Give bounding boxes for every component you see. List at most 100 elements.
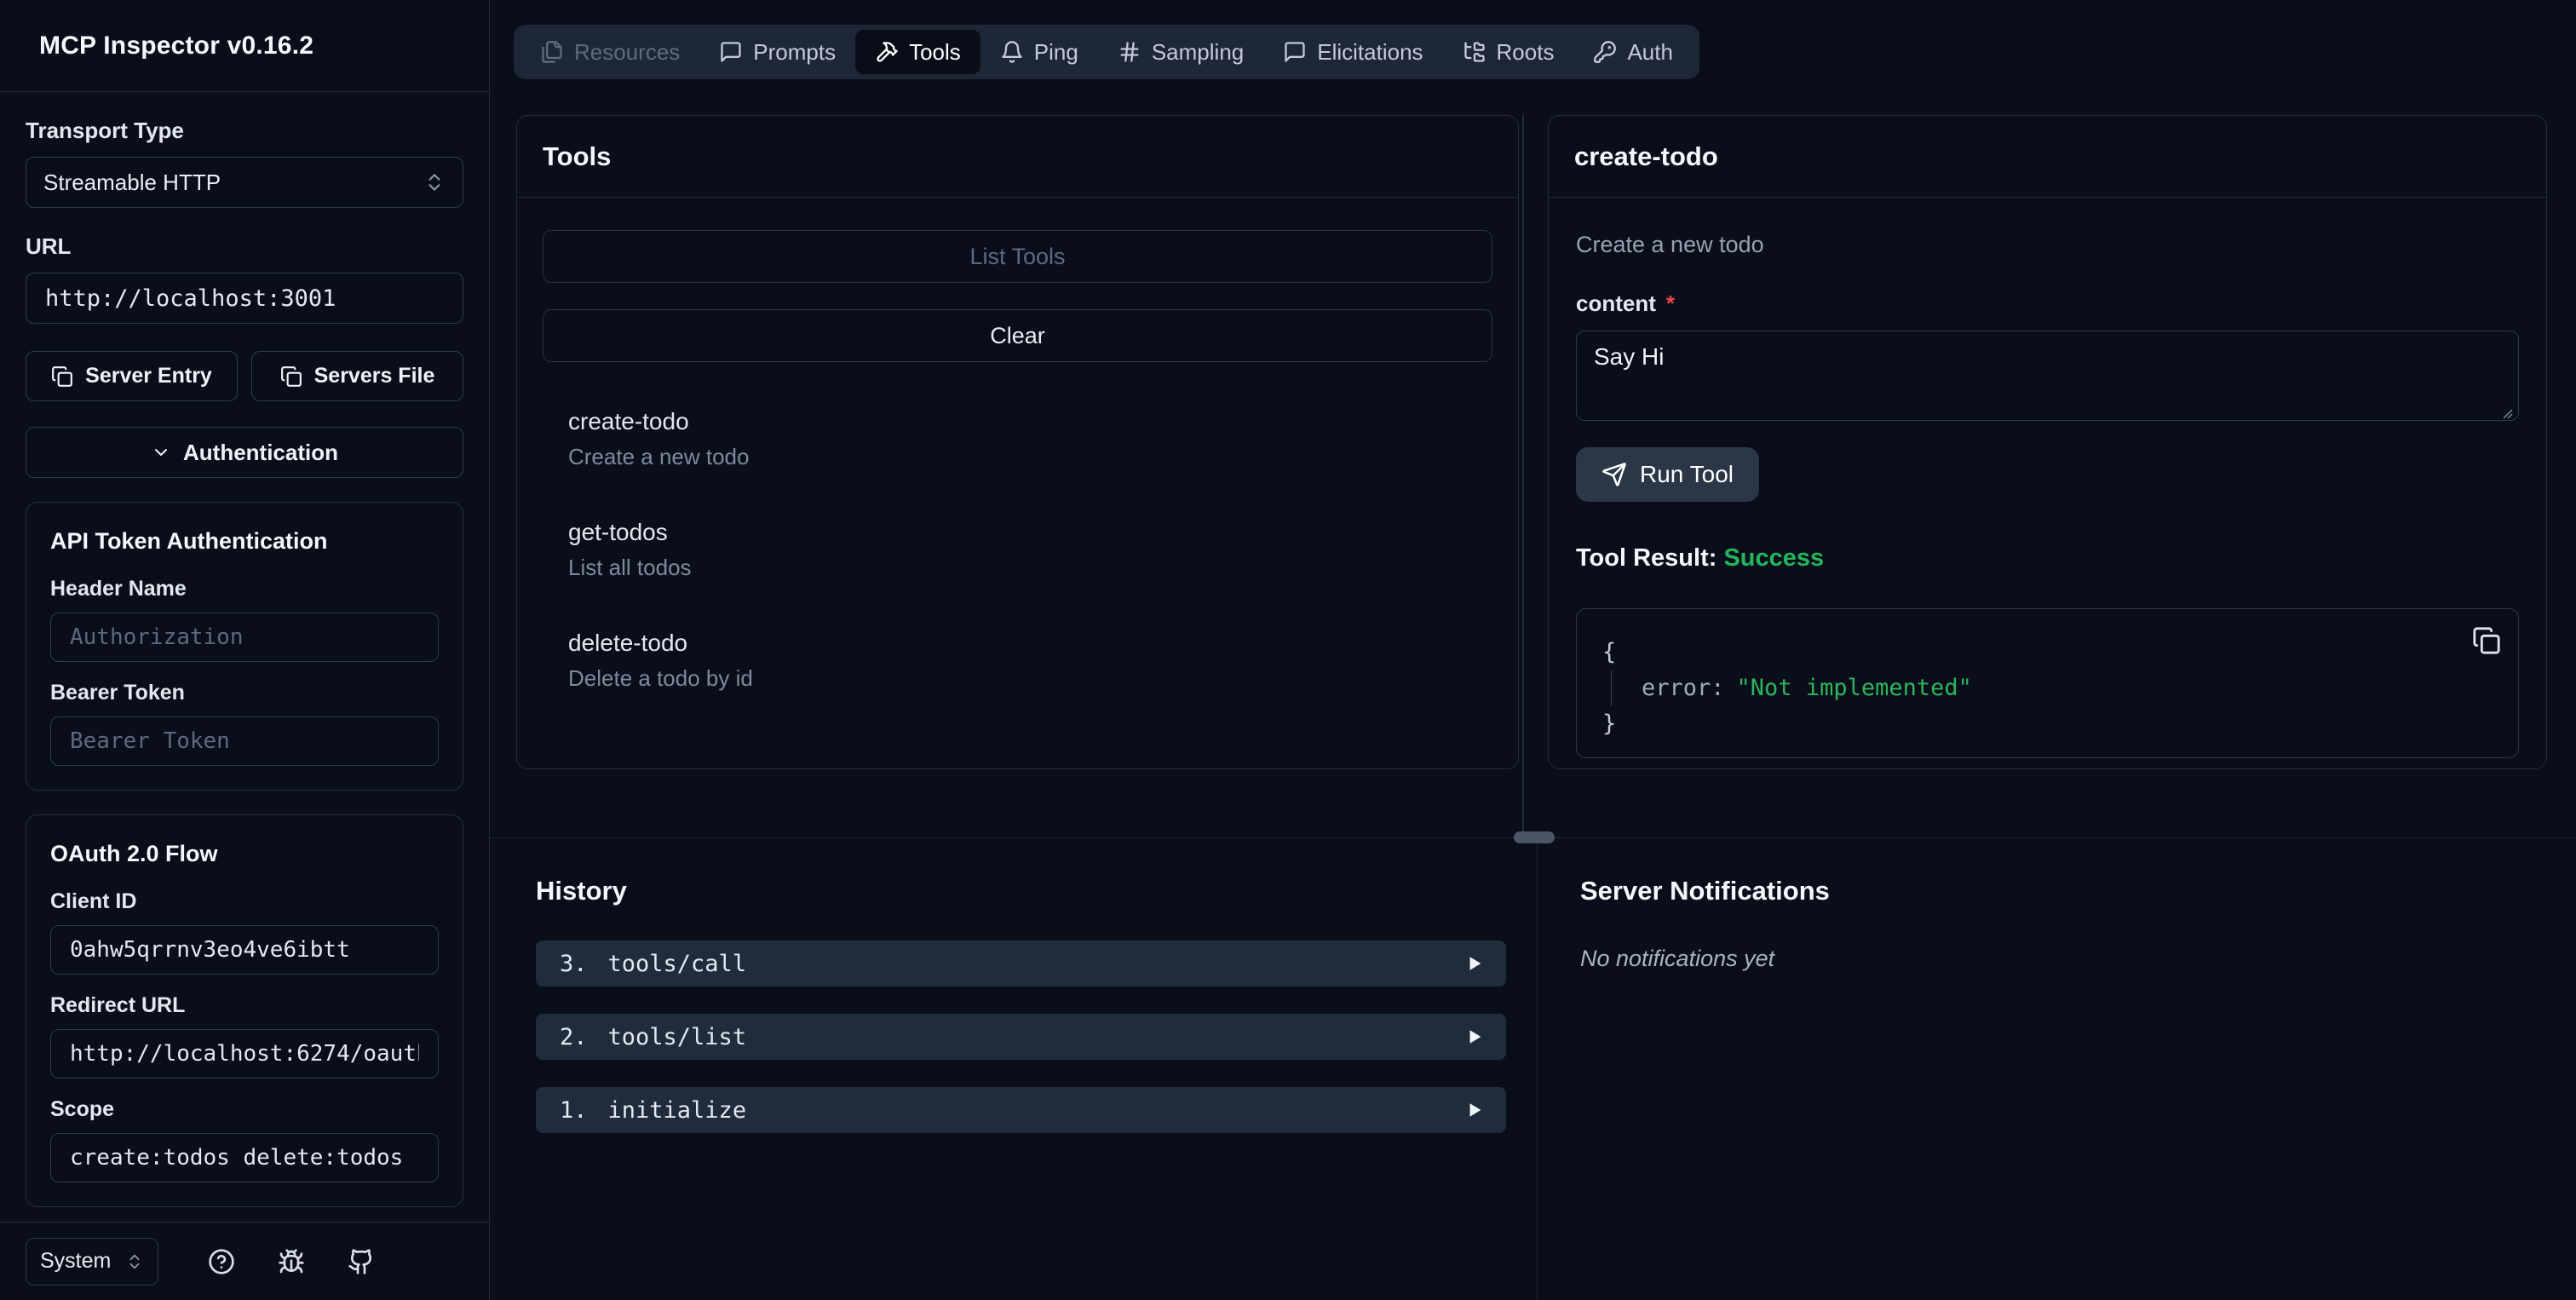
tab-tools[interactable]: Tools (855, 30, 980, 74)
list-tools-button[interactable]: List Tools (543, 230, 1492, 283)
no-notifications-message: No notifications yet (1580, 946, 1775, 971)
bell-icon (1000, 40, 1024, 64)
run-tool-button[interactable]: Run Tool (1576, 447, 1760, 502)
folder-tree-icon (1463, 40, 1486, 64)
history-method: tools/call (607, 950, 747, 977)
client-id-input[interactable] (50, 925, 439, 975)
history-method: tools/list (607, 1023, 747, 1050)
nav-tab-list: Resources Prompts Tools Ping Sampling El… (514, 25, 1699, 79)
scope-input[interactable] (50, 1133, 439, 1182)
url-input[interactable] (26, 273, 463, 324)
tools-card-title: Tools (543, 141, 612, 171)
tab-elicitations[interactable]: Elicitations (1263, 30, 1442, 74)
tools-card-body: List Tools Clear create-todo Create a ne… (517, 198, 1518, 692)
tab-auth-label: Auth (1627, 38, 1673, 65)
tab-sampling[interactable]: Sampling (1098, 30, 1263, 74)
history-item-tools-list[interactable]: 2. tools/list (536, 1014, 1506, 1060)
oauth-card: OAuth 2.0 Flow Client ID Redirect URL Sc… (26, 814, 463, 1207)
tool-list-item[interactable]: delete-todo Delete a todo by id (568, 630, 1492, 692)
tool-name: get-todos (568, 519, 668, 545)
copy-result-button[interactable] (2472, 626, 2501, 655)
json-string-value: "Not implemented" (1736, 675, 1972, 701)
api-token-title: API Token Authentication (50, 528, 328, 554)
footer-icons (208, 1248, 375, 1275)
sidebar-footer: System (0, 1222, 489, 1300)
debug-button[interactable] (278, 1248, 305, 1275)
redirect-url-label: Redirect URL (50, 993, 186, 1017)
tab-prompts-label: Prompts (753, 38, 837, 65)
header-name-input[interactable] (50, 613, 439, 662)
server-entry-label: Server Entry (85, 364, 212, 388)
copy-icon (2472, 626, 2501, 655)
header-name-label: Header Name (50, 577, 187, 601)
json-key: error: (1642, 675, 1725, 701)
horizontal-split-divider[interactable] (490, 831, 2576, 843)
top-split: Tools List Tools Clear create-todo Creat… (490, 115, 2576, 837)
history-title: History (536, 876, 627, 906)
json-close-brace: } (1602, 710, 1617, 737)
history-index: 3. (560, 950, 588, 977)
files-icon (540, 40, 564, 64)
github-button[interactable] (348, 1248, 375, 1275)
clear-button-label: Clear (990, 322, 1045, 348)
api-token-card: API Token Authentication Header Name Bea… (26, 502, 463, 791)
tab-prompts[interactable]: Prompts (699, 30, 855, 74)
transport-type-value: Streamable HTTP (43, 169, 221, 195)
tool-detail-body: Create a new todo content * Say Hi Run T… (1549, 198, 2546, 758)
history-pane: History 3. tools/call 2. tools/list 1. i… (490, 838, 1537, 1300)
server-notifications-pane: Server Notifications No notifications ye… (1538, 838, 2576, 1300)
send-icon (1601, 462, 1627, 487)
bug-icon (278, 1248, 305, 1275)
chevrons-up-down-icon (423, 171, 446, 193)
tab-sampling-label: Sampling (1151, 38, 1245, 65)
tool-list-item[interactable]: create-todo Create a new todo (568, 408, 1492, 470)
tab-ping[interactable]: Ping (980, 30, 1098, 74)
tool-name: create-todo (568, 408, 689, 434)
tool-detail-header: create-todo (1549, 116, 2546, 198)
theme-select[interactable]: System (26, 1237, 158, 1286)
history-item-initialize[interactable]: 1. initialize (536, 1087, 1506, 1133)
tool-result-label: Tool Result: (1576, 544, 1717, 572)
sidebar: MCP Inspector v0.16.2 Transport Type Str… (0, 0, 490, 1300)
history-list: 3. tools/call 2. tools/list 1. initializ… (536, 940, 1506, 1133)
tools-card: Tools List Tools Clear create-todo Creat… (516, 115, 1519, 769)
tab-roots[interactable]: Roots (1443, 30, 1574, 74)
app-title: MCP Inspector v0.16.2 (39, 31, 314, 60)
help-button[interactable] (208, 1248, 235, 1275)
authentication-toggle[interactable]: Authentication (26, 427, 463, 478)
tab-auth[interactable]: Auth (1573, 30, 1693, 74)
hammer-icon (875, 40, 899, 64)
main-area: Resources Prompts Tools Ping Sampling El… (490, 0, 2576, 1300)
tool-detail-card: create-todo Create a new todo content * … (1548, 115, 2547, 769)
tool-detail-description: Create a new todo (1576, 232, 1764, 257)
run-tool-label: Run Tool (1640, 461, 1734, 487)
bearer-token-input[interactable] (50, 716, 439, 766)
split-drag-handle[interactable] (1514, 831, 1555, 843)
tool-description: Delete a todo by id (568, 665, 753, 691)
transport-type-select[interactable]: Streamable HTTP (26, 157, 463, 208)
redirect-url-input[interactable] (50, 1029, 439, 1079)
tab-elicitations-label: Elicitations (1317, 38, 1423, 65)
play-caret-icon (1469, 956, 1482, 971)
content-field-label: content (1576, 290, 1656, 316)
tools-card-header: Tools (517, 116, 1518, 198)
servers-file-button[interactable]: Servers File (251, 351, 463, 401)
clear-tools-button[interactable]: Clear (543, 309, 1492, 362)
play-caret-icon (1469, 1102, 1482, 1118)
content-field-textarea[interactable]: Say Hi (1576, 331, 2519, 421)
server-entry-button[interactable]: Server Entry (26, 351, 238, 401)
history-item-tools-call[interactable]: 3. tools/call (536, 940, 1506, 987)
resize-grip-icon[interactable] (2498, 404, 2515, 421)
tool-result-heading: Tool Result: Success (1576, 544, 2519, 572)
tool-list-item[interactable]: get-todos List all todos (568, 519, 1492, 581)
list-tools-label: List Tools (969, 243, 1066, 269)
json-open-brace: { (1602, 639, 1617, 665)
tool-detail-title: create-todo (1574, 141, 1718, 171)
message-square-icon (1283, 40, 1307, 64)
key-icon (1593, 40, 1617, 64)
history-index: 2. (560, 1023, 588, 1050)
authentication-toggle-label: Authentication (183, 439, 338, 465)
oauth-title: OAuth 2.0 Flow (50, 841, 218, 866)
chevron-down-icon (151, 442, 171, 463)
tools-pane: Tools List Tools Clear create-todo Creat… (490, 115, 1522, 837)
